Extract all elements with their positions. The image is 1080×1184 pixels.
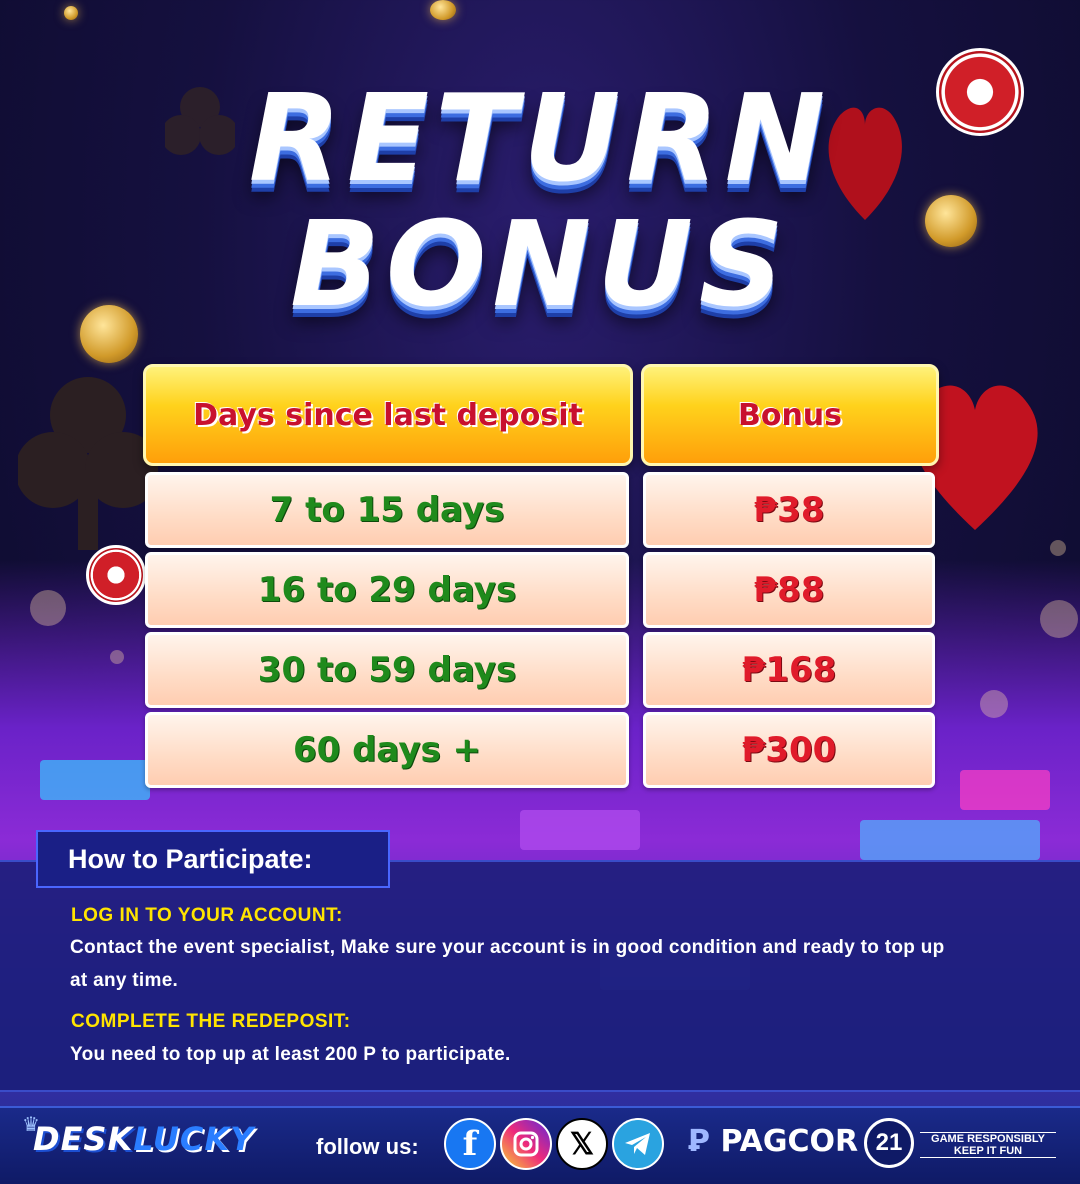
title-line-2: BONUS	[290, 195, 790, 333]
logo-part-1: DESK	[33, 1120, 134, 1158]
bonus-cell-row-4: ₱300	[643, 712, 935, 788]
step-2-title: COMPLETE THE REDEPOSIT:	[71, 1011, 351, 1032]
follow-us-label: follow us:	[316, 1134, 419, 1159]
bokeh-light	[1050, 540, 1066, 556]
bonus-cell-row-1: ₱38	[643, 472, 935, 548]
bonus-cell-row-2: ₱88	[643, 552, 935, 628]
step-1-text: Contact the event specialist, Make sure …	[70, 937, 945, 991]
how-to-participate-heading: How to Participate:	[36, 830, 390, 888]
logo-part-2: LUCKY	[133, 1120, 255, 1158]
days-cell-row-1: 7 to 15 days	[145, 472, 629, 548]
gold-coin-icon	[430, 0, 456, 20]
step-2-text: You need to top up at least 200 P to par…	[70, 1044, 511, 1065]
responsible-line-2: KEEP IT FUN	[953, 1145, 1023, 1157]
days-cell-row-4: 60 days +	[145, 712, 629, 788]
days-column-header: Days since last deposit	[143, 364, 633, 466]
instagram-icon[interactable]	[500, 1118, 552, 1170]
days-cell-row-2: 16 to 29 days	[145, 552, 629, 628]
floor-tile	[860, 820, 1040, 860]
x-icon[interactable]: 𝕏	[556, 1118, 608, 1170]
gold-coin-icon	[64, 6, 78, 20]
bokeh-light	[110, 650, 124, 664]
bonus-column-header: Bonus	[641, 364, 939, 466]
floor-tile	[520, 810, 640, 850]
pagcor-logo: Ꝑ PAGCOR	[688, 1124, 859, 1159]
title-line-1: RETURN	[248, 70, 832, 209]
telegram-icon[interactable]	[612, 1118, 664, 1170]
floor-tile	[960, 770, 1050, 810]
bokeh-light	[1040, 600, 1078, 638]
responsible-line-1: GAME RESPONSIBLY	[931, 1133, 1045, 1145]
bokeh-light	[980, 690, 1008, 718]
step-1-title: LOG IN TO YOUR ACCOUNT:	[71, 905, 343, 926]
brand-logo[interactable]: DESKLUCKY	[33, 1120, 254, 1158]
responsible-gaming-label: GAME RESPONSIBLY KEEP IT FUN	[920, 1132, 1056, 1158]
days-cell-row-3: 30 to 59 days	[145, 632, 629, 708]
bokeh-light	[30, 590, 66, 626]
age-21-badge: 21	[864, 1118, 914, 1168]
club-suit-icon	[18, 377, 158, 550]
floor-tile	[40, 760, 150, 800]
facebook-icon[interactable]: f	[444, 1118, 496, 1170]
bonus-cell-row-3: ₱168	[643, 632, 935, 708]
pagcor-label: PAGCOR	[720, 1124, 859, 1159]
